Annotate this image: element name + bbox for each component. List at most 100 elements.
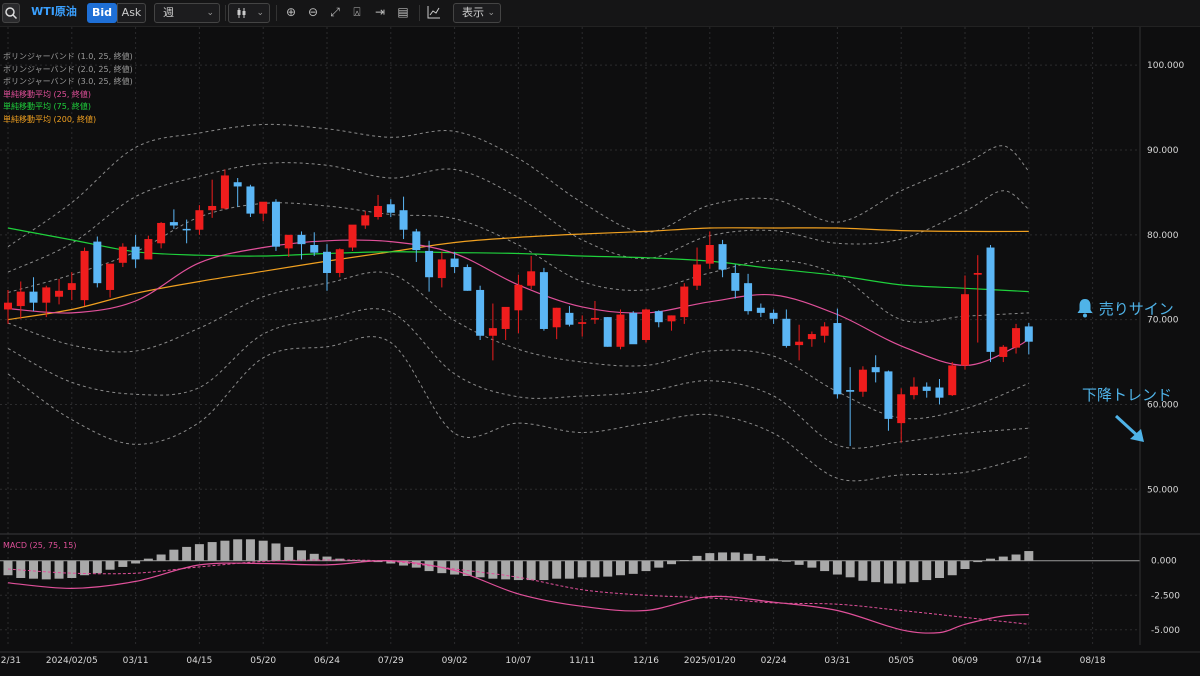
macd-histogram-bar bbox=[692, 555, 702, 561]
macd-histogram-bar bbox=[781, 560, 791, 562]
time-tick-label: 2025/01/20 bbox=[684, 656, 736, 666]
time-tick-label: 05/20 bbox=[250, 656, 276, 666]
price-tick-label: 90.000 bbox=[1147, 146, 1179, 156]
macd-histogram-bar bbox=[54, 560, 64, 579]
search-icon[interactable] bbox=[2, 3, 20, 23]
macd-histogram-bar bbox=[973, 560, 983, 563]
macd-histogram-bar bbox=[730, 552, 740, 561]
macd-histogram-bar bbox=[194, 544, 204, 561]
legend-item[interactable]: 単純移動平均 (25, 終値) bbox=[3, 89, 133, 102]
macd-histogram-bar bbox=[41, 560, 51, 580]
chart-type-select[interactable]: ⌄ bbox=[228, 3, 270, 23]
macd-histogram-bar bbox=[118, 560, 128, 567]
document-icon[interactable]: ▤ bbox=[394, 3, 412, 23]
macd-tick-label: -5.000 bbox=[1151, 626, 1180, 636]
toolbar: WTI原油 Bid Ask 週 ⌄ ⌄ ⊕ ⊖ ⤢ ⍓ ⇥ ▤ 表示 ⌄ bbox=[0, 0, 1200, 27]
legend-item[interactable]: 単純移動平均 (200, 終値) bbox=[3, 114, 133, 127]
time-tick-label: 07/29 bbox=[378, 656, 404, 666]
candlestick-icon bbox=[237, 8, 246, 18]
macd-histogram-bar bbox=[92, 560, 102, 574]
macd-histogram-bar bbox=[756, 555, 766, 561]
macd-histogram-bar bbox=[475, 560, 485, 578]
macd-histogram-bar bbox=[245, 539, 255, 561]
macd-histogram-bar bbox=[284, 546, 294, 561]
macd-histogram-bar bbox=[896, 560, 906, 584]
macd-histogram-bar bbox=[207, 542, 217, 561]
macd-histogram-bar bbox=[450, 560, 460, 575]
macd-histogram-bar bbox=[871, 560, 881, 583]
macd-histogram-bar bbox=[832, 560, 842, 575]
ask-button[interactable]: Ask bbox=[117, 3, 146, 23]
macd-histogram-bar bbox=[947, 560, 957, 576]
downtrend-annotation: 下降トレンド bbox=[1082, 384, 1172, 405]
macd-histogram-bar bbox=[156, 554, 166, 561]
macd-histogram-bar bbox=[271, 543, 281, 561]
macd-histogram-bar bbox=[922, 560, 932, 581]
macd-histogram-bar bbox=[29, 560, 39, 579]
macd-histogram-bar bbox=[131, 560, 141, 564]
time-axis: 12/31 2024/02/05 03/11 04/15 05/20 06/24 07/29… bbox=[0, 651, 1200, 666]
legend-item[interactable]: ボリンジャーバンド (2.0, 25, 終値) bbox=[3, 64, 133, 77]
macd-histogram-bar bbox=[564, 560, 574, 579]
macd-histogram-bar bbox=[705, 553, 715, 561]
legend-item[interactable]: ボリンジャーバンド (1.0, 25, 終値) bbox=[3, 51, 133, 64]
time-tick-label: 06/09 bbox=[952, 656, 978, 666]
time-tick-label: 04/15 bbox=[186, 656, 212, 666]
lock-scale-icon[interactable]: ⍓ bbox=[348, 3, 366, 23]
symbol-selector[interactable]: WTI原油 bbox=[28, 3, 80, 23]
macd-histogram-bar bbox=[526, 560, 536, 581]
display-label: 表示 bbox=[462, 6, 484, 19]
price-axis: 100.00090.00080.00070.00060.00050.0000.0… bbox=[1139, 27, 1184, 645]
scroll-to-latest-icon[interactable]: ⇥ bbox=[371, 3, 389, 23]
fit-screen-icon[interactable]: ⤢ bbox=[326, 3, 344, 23]
macd-histogram-bar bbox=[67, 560, 77, 578]
zoom-out-icon[interactable]: ⊖ bbox=[304, 3, 322, 23]
macd-histogram-bar bbox=[934, 560, 944, 578]
time-tick-label: 10/07 bbox=[505, 656, 531, 666]
macd-legend[interactable]: MACD (25, 75, 15) bbox=[3, 541, 76, 550]
macd-histogram-bar bbox=[807, 560, 817, 568]
macd-histogram-bar bbox=[654, 560, 664, 568]
price-tick-label: 80.000 bbox=[1147, 231, 1179, 241]
chevron-down-icon: ⌄ bbox=[206, 8, 214, 18]
time-tick-label: 09/02 bbox=[442, 656, 468, 666]
time-tick-label: 06/24 bbox=[314, 656, 340, 666]
macd-histogram-bar bbox=[169, 549, 179, 561]
macd-histogram-bar bbox=[909, 560, 919, 583]
macd-histogram-bar bbox=[603, 560, 613, 577]
interval-select[interactable]: 週 ⌄ bbox=[154, 3, 220, 23]
legend-item[interactable]: 単純移動平均 (75, 終値) bbox=[3, 101, 133, 114]
macd-histogram-bar bbox=[667, 560, 677, 565]
macd-histogram-bar bbox=[845, 560, 855, 578]
macd-histogram-bar bbox=[552, 560, 562, 579]
downtrend-label: 下降トレンド bbox=[1082, 386, 1173, 404]
macd-histogram-bar bbox=[3, 560, 13, 576]
macd-histogram-bar bbox=[820, 560, 830, 572]
zoom-in-icon[interactable]: ⊕ bbox=[282, 3, 300, 23]
time-tick-label: 12/16 bbox=[633, 656, 659, 666]
macd-histogram-bar bbox=[577, 560, 587, 578]
macd-histogram-bar bbox=[143, 558, 153, 561]
bid-button[interactable]: Bid bbox=[87, 3, 117, 23]
add-indicator-icon[interactable] bbox=[424, 3, 444, 23]
macd-histogram-bar bbox=[488, 560, 498, 579]
macd-histogram-bar bbox=[743, 553, 753, 561]
macd-histogram-bar bbox=[258, 540, 268, 561]
interval-value: 週 bbox=[163, 6, 174, 19]
legend-item[interactable]: ボリンジャーバンド (3.0, 25, 終値) bbox=[3, 76, 133, 89]
chevron-down-icon: ⌄ bbox=[256, 8, 264, 18]
time-tick-label: 03/11 bbox=[123, 656, 149, 666]
macd-histogram-bar bbox=[998, 556, 1008, 561]
macd-histogram-bar bbox=[679, 560, 689, 562]
time-tick-label: 11/11 bbox=[569, 656, 595, 666]
macd-histogram-bar bbox=[858, 560, 868, 581]
display-menu[interactable]: 表示 ⌄ bbox=[453, 3, 501, 23]
macd-tick-label: -2.500 bbox=[1151, 591, 1180, 601]
time-tick-label: 2024/02/05 bbox=[46, 656, 98, 666]
macd-histogram-bar bbox=[501, 560, 511, 580]
arrow-down-right-icon bbox=[1114, 414, 1144, 442]
macd-histogram-bar bbox=[718, 552, 728, 561]
sell-signal-annotation: 売りサイン bbox=[1076, 298, 1174, 319]
macd-histogram-bar bbox=[16, 560, 26, 578]
time-tick-label: 07/14 bbox=[1016, 656, 1042, 666]
